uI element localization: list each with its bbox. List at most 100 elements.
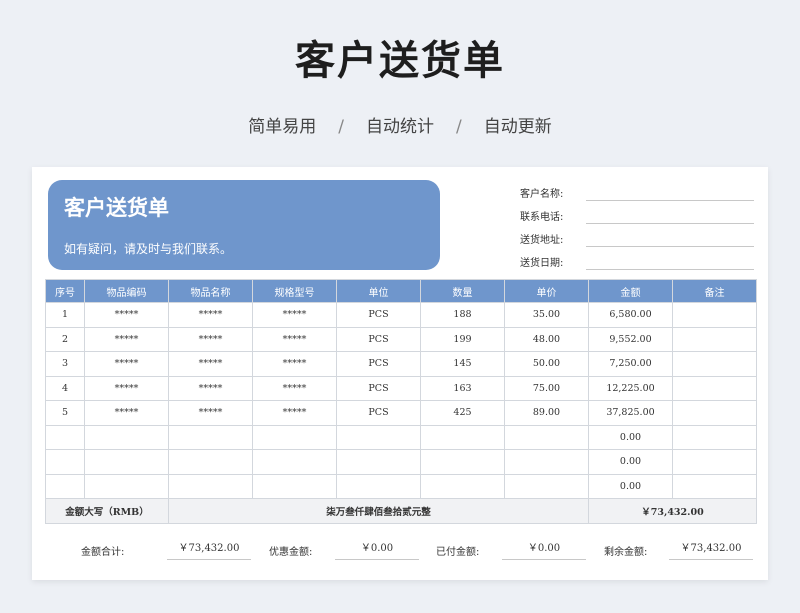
- address-field[interactable]: [586, 231, 754, 247]
- customer-name-field[interactable]: [586, 185, 754, 201]
- column-header: 物品编码: [84, 279, 169, 303]
- table-cell: 0.00: [588, 424, 673, 450]
- table-cell: [672, 351, 757, 377]
- table-cell: PCS: [336, 400, 421, 426]
- table-cell: [504, 424, 589, 450]
- summary-discount-label: 优惠金额:: [269, 546, 313, 558]
- table-cell: [45, 424, 85, 450]
- date-label: 送货日期:: [520, 258, 564, 269]
- table-cell: 75.00: [504, 375, 589, 401]
- customer-name-label: 客户名称:: [520, 189, 564, 200]
- customer-info: 客户名称: 联系电话: 送货地址: 送货日期:: [520, 181, 754, 273]
- date-field[interactable]: [586, 254, 754, 270]
- table-cell: *****: [168, 400, 253, 426]
- table-cell: [672, 375, 757, 401]
- table-cell: 35.00: [504, 302, 589, 328]
- total-words-value: 柒万叁仟肆佰叁拾贰元整: [168, 498, 589, 524]
- table-cell: [84, 473, 169, 499]
- column-header: 单位: [336, 279, 421, 303]
- address-label: 送货地址:: [520, 235, 564, 246]
- table-cell: PCS: [336, 326, 421, 352]
- column-header: 规格型号: [252, 279, 337, 303]
- subtitle-separator: /: [456, 117, 462, 137]
- table-cell: [84, 424, 169, 450]
- table-cell: *****: [252, 375, 337, 401]
- date-row: 送货日期:: [520, 250, 754, 273]
- phone-row: 联系电话:: [520, 204, 754, 227]
- summary-paid-value: ￥0.00: [502, 539, 586, 560]
- table-cell: 0.00: [588, 449, 673, 475]
- page-title: 客户送货单: [295, 38, 505, 84]
- summary-remain: 剩余金额: ￥73,432.00: [604, 539, 753, 561]
- table-cell: *****: [252, 351, 337, 377]
- summary-remain-value: ￥73,432.00: [669, 539, 753, 560]
- table-cell: [672, 302, 757, 328]
- summary-total-label: 金额合计:: [81, 546, 125, 558]
- column-header: 单价: [504, 279, 589, 303]
- table-cell: 425: [420, 400, 505, 426]
- table-cell: [336, 449, 421, 475]
- table-cell: PCS: [336, 375, 421, 401]
- banner-title: 客户送货单: [64, 196, 169, 220]
- table-cell: [420, 424, 505, 450]
- table-cell: [420, 449, 505, 475]
- table-cell: *****: [168, 302, 253, 328]
- table-cell: [504, 473, 589, 499]
- summary-total: 金额合计: ￥73,432.00: [81, 539, 281, 561]
- table-cell: *****: [252, 326, 337, 352]
- header-banner: 客户送货单 如有疑问，请及时与我们联系。: [48, 180, 440, 270]
- table-row: 0.00: [45, 424, 757, 450]
- table-cell: [672, 449, 757, 475]
- address-row: 送货地址:: [520, 227, 754, 250]
- table-cell: *****: [84, 351, 169, 377]
- column-header: 物品名称: [168, 279, 253, 303]
- table-cell: [168, 424, 253, 450]
- table-cell: [252, 473, 337, 499]
- table-cell: 89.00: [504, 400, 589, 426]
- table-cell: *****: [84, 375, 169, 401]
- table-cell: [252, 424, 337, 450]
- table-cell: 6,580.00: [588, 302, 673, 328]
- total-words-amount: ￥73,432.00: [588, 498, 757, 524]
- table-cell: 5: [45, 400, 85, 426]
- total-in-words-row: 金额大写（RMB） 柒万叁仟肆佰叁拾贰元整 ￥73,432.00: [45, 498, 757, 524]
- table-row: 0.00: [45, 473, 757, 499]
- summary-paid-label: 已付金额:: [436, 546, 480, 558]
- table-row: 5 ***** ***** ***** PCS 425 89.00 37,825.00: [45, 400, 757, 426]
- table-cell: 188: [420, 302, 505, 328]
- table-cell: 3: [45, 351, 85, 377]
- table-cell: [672, 473, 757, 499]
- table-row: 0.00: [45, 449, 757, 475]
- subtitle-item-easy: 简单易用: [248, 117, 317, 137]
- summary-bar: 金额合计: ￥73,432.00 优惠金额: ￥0.00 已付金额: ￥0.00…: [45, 539, 753, 561]
- table-cell: 7,250.00: [588, 351, 673, 377]
- table-cell: [504, 449, 589, 475]
- phone-field[interactable]: [586, 208, 754, 224]
- delivery-note-card: 客户送货单 如有疑问，请及时与我们联系。 客户名称: 联系电话: 送货地址: 送…: [32, 167, 768, 580]
- table-cell: *****: [168, 326, 253, 352]
- table-cell: 9,552.00: [588, 326, 673, 352]
- column-header: 备注: [672, 279, 757, 303]
- table-cell: *****: [84, 326, 169, 352]
- subtitle-separator: /: [338, 117, 344, 137]
- table-cell: [168, 449, 253, 475]
- table-row: 1 ***** ***** ***** PCS 188 35.00 6,580.00: [45, 302, 757, 328]
- column-header: 金额: [588, 279, 673, 303]
- table-cell: 4: [45, 375, 85, 401]
- column-header: 数量: [420, 279, 505, 303]
- summary-remain-label: 剩余金额:: [604, 546, 648, 558]
- table-cell: 163: [420, 375, 505, 401]
- table-cell: [672, 326, 757, 352]
- subtitle-item-auto-update: 自动更新: [483, 117, 552, 137]
- table-cell: 2: [45, 326, 85, 352]
- table-cell: [672, 400, 757, 426]
- table-cell: 50.00: [504, 351, 589, 377]
- subtitle-item-auto-stat: 自动统计: [366, 117, 434, 137]
- phone-label: 联系电话:: [520, 212, 564, 223]
- table-cell: [336, 473, 421, 499]
- table-cell: [45, 449, 85, 475]
- customer-name-row: 客户名称:: [520, 181, 754, 204]
- table-cell: 37,825.00: [588, 400, 673, 426]
- table-cell: [336, 424, 421, 450]
- table-cell: *****: [168, 375, 253, 401]
